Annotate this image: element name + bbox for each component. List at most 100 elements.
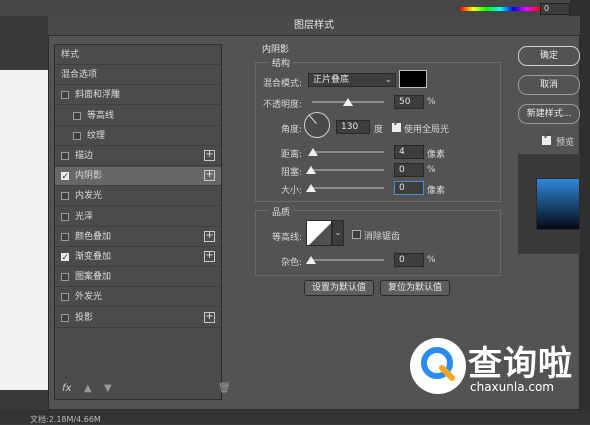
noise-input[interactable]: 0 <box>394 253 424 267</box>
preview-checkbox[interactable] <box>542 132 551 145</box>
style-item-texture[interactable]: 纹理 <box>55 127 221 146</box>
style-item-checkbox[interactable] <box>61 192 69 201</box>
style-item-checkbox[interactable] <box>61 273 69 282</box>
fx-icon[interactable]: fx <box>62 383 71 394</box>
style-item-label: 内发光 <box>75 191 103 202</box>
style-item-bevel-emboss[interactable]: 斜面和浮雕 <box>55 86 221 106</box>
style-item-drop-shadow[interactable]: 投影 + <box>55 309 221 328</box>
style-item-label: 颜色叠加 <box>75 231 112 242</box>
distance-label: 距离: <box>280 150 302 160</box>
antialias-checkbox[interactable] <box>352 230 361 239</box>
angle-unit: 度 <box>374 125 384 135</box>
add-icon[interactable]: + <box>204 150 215 161</box>
style-item-checkbox[interactable] <box>61 152 69 160</box>
style-item-checkbox[interactable] <box>61 293 69 302</box>
style-item-styles[interactable]: 样式 <box>55 46 221 65</box>
style-item-color-overlay[interactable]: 颜色叠加 + <box>55 228 221 247</box>
style-item-label: 纹理 <box>87 130 106 141</box>
choke-slider-thumb[interactable] <box>306 166 316 174</box>
size-unit: 像素 <box>427 186 446 196</box>
global-light-label: 使用全局光 <box>404 125 450 135</box>
style-item-inner-glow[interactable]: 内发光 <box>55 187 221 207</box>
add-icon[interactable]: + <box>204 311 215 323</box>
reset-default-button[interactable]: 复位为默认值 <box>380 280 450 296</box>
opacity-unit: % <box>427 97 436 107</box>
distance-unit: 像素 <box>427 150 446 160</box>
style-item-label: 投影 <box>75 312 94 323</box>
watermark-url: chaxunla.com <box>470 380 554 394</box>
opacity-slider-thumb[interactable] <box>343 98 353 106</box>
style-item-checkbox[interactable] <box>61 313 69 322</box>
style-item-checkbox[interactable] <box>61 91 69 100</box>
blend-mode-select[interactable]: 正片叠底 ⌄ <box>308 73 396 87</box>
style-item-contour[interactable]: 等高线 <box>55 107 221 126</box>
opacity-label: 不透明度: <box>262 100 302 110</box>
distance-slider-thumb[interactable] <box>308 148 318 156</box>
size-input[interactable]: 0 <box>394 181 424 195</box>
cancel-button[interactable]: 取消 <box>518 75 580 95</box>
add-icon[interactable]: + <box>204 251 215 262</box>
trash-icon[interactable]: 🗑 <box>218 383 231 394</box>
style-item-checkbox[interactable] <box>61 232 69 241</box>
move-down-icon[interactable]: ▼ <box>104 383 112 394</box>
style-item-checkbox[interactable] <box>73 131 81 140</box>
style-item-stroke[interactable]: 描边 + <box>55 147 221 166</box>
style-item-pattern-overlay[interactable]: 图案叠加 <box>55 268 221 288</box>
style-item-label: 光泽 <box>75 211 94 222</box>
style-item-label: 斜面和浮雕 <box>75 90 121 101</box>
distance-input[interactable]: 4 <box>394 145 424 159</box>
style-item-blending-options[interactable]: 混合选项 <box>55 66 221 86</box>
move-up-icon[interactable]: ▲ <box>84 383 92 394</box>
noise-slider-thumb[interactable] <box>306 256 316 264</box>
style-list-footer <box>54 378 222 400</box>
style-item-gradient-overlay[interactable]: 渐变叠加 + <box>55 248 221 267</box>
watermark-q-icon <box>421 347 455 381</box>
choke-slider[interactable] <box>312 169 384 171</box>
style-item-satin[interactable]: 光泽 <box>55 208 221 227</box>
set-default-button[interactable]: 设置为默认值 <box>304 280 374 296</box>
angle-dial[interactable] <box>304 112 330 138</box>
choke-input[interactable]: 0 <box>394 163 424 177</box>
add-icon[interactable]: + <box>204 230 215 242</box>
style-item-label: 描边 <box>75 151 94 161</box>
style-item-checkbox[interactable] <box>61 249 69 267</box>
noise-slider[interactable] <box>312 259 384 261</box>
style-item-label: 样式 <box>61 50 80 60</box>
document-canvas <box>0 70 48 390</box>
chevron-down-icon: ⌄ <box>384 75 392 85</box>
opacity-input[interactable]: 50 <box>394 95 424 109</box>
section-title: 内阴影 <box>262 45 290 55</box>
contour-label: 等高线: <box>271 233 302 243</box>
antialias-label: 消除锯齿 <box>364 232 401 242</box>
add-icon[interactable]: + <box>204 170 215 182</box>
style-item-checkbox[interactable] <box>61 168 69 186</box>
ok-button[interactable]: 确定 <box>518 46 580 66</box>
angle-input[interactable]: 130 <box>336 120 370 134</box>
color-spectrum-bar[interactable] <box>460 7 540 11</box>
contour-preview[interactable] <box>306 220 332 246</box>
watermark-text: 查询啦 <box>468 344 573 384</box>
quality-title: 品质 <box>270 205 293 218</box>
shadow-color-swatch[interactable] <box>399 70 427 88</box>
style-item-checkbox[interactable] <box>73 111 81 120</box>
size-slider[interactable] <box>312 187 384 189</box>
noise-unit: % <box>427 255 436 265</box>
document-size-status: 文档:2.18M/4.66M <box>30 415 101 424</box>
size-slider-thumb[interactable] <box>306 184 316 192</box>
structure-title: 结构 <box>270 56 293 69</box>
distance-slider[interactable] <box>312 151 384 153</box>
blend-mode-value: 正片叠底 <box>313 75 350 85</box>
style-item-label: 渐变叠加 <box>75 252 112 262</box>
top-value-field[interactable]: 0 <box>540 3 570 15</box>
style-item-checkbox[interactable] <box>61 212 69 221</box>
style-item-inner-shadow[interactable]: 内阴影 + <box>55 167 221 187</box>
angle-label: 角度: <box>280 125 302 135</box>
choke-label: 阻塞: <box>280 168 302 178</box>
new-style-button[interactable]: 新建样式... <box>518 104 580 124</box>
blend-mode-label: 混合模式: <box>262 79 302 89</box>
style-item-outer-glow[interactable]: 外发光 <box>55 288 221 308</box>
size-label: 大小: <box>280 186 302 196</box>
style-item-label: 外发光 <box>75 292 103 303</box>
contour-dropdown[interactable]: ⌄ <box>332 220 344 246</box>
global-light-checkbox[interactable] <box>392 119 401 132</box>
